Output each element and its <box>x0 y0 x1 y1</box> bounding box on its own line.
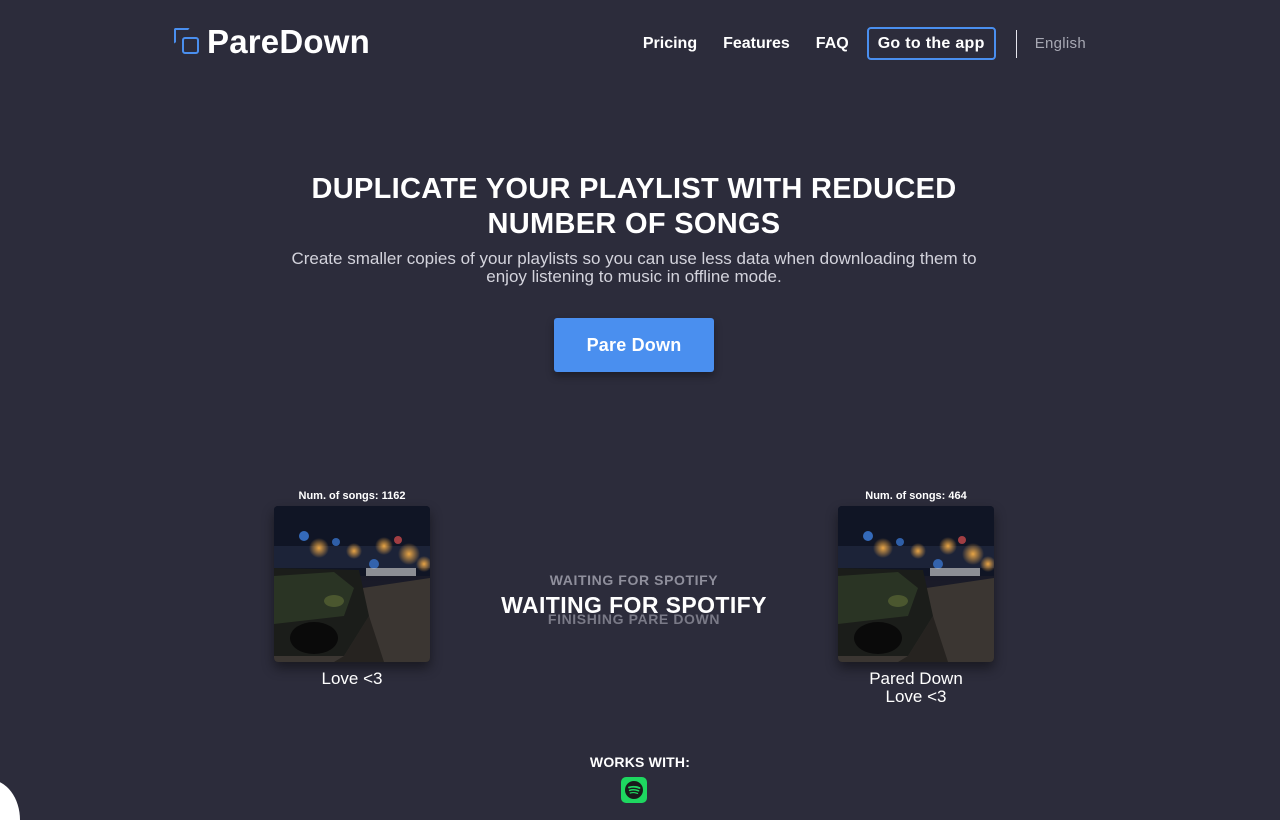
nav-divider <box>1015 29 1017 58</box>
logo-text: PareDown <box>207 23 370 60</box>
hero-subtitle-line-2: enjoy listening to music in offline mode… <box>486 267 782 286</box>
pare-down-status: WAITING FOR SPOTIFY FINISHING PARE DOWN … <box>470 568 798 628</box>
result-song-count: Num. of songs: 464 <box>865 490 967 502</box>
nav-pricing[interactable]: Pricing <box>643 35 697 53</box>
nav-faq[interactable]: FAQ <box>816 35 849 53</box>
nav-features[interactable]: Features <box>723 35 790 53</box>
result-playlist: Num. of songs: 464 Pared Down Love <3 <box>836 490 996 706</box>
hero-title-line-1: DUPLICATE YOUR PLAYLIST WITH REDUCED <box>311 173 957 205</box>
decorative-corner <box>0 780 20 820</box>
hero-subtitle-line-1: Create smaller copies of your playlists … <box>291 249 977 268</box>
source-playlist-cover <box>274 506 430 662</box>
hero-title: DUPLICATE YOUR PLAYLIST WITH REDUCED NUM… <box>290 172 978 242</box>
source-playlist-name: Love <3 <box>321 669 383 688</box>
source-playlist: Num. of songs: 1162 Love <3 <box>272 490 432 688</box>
result-playlist-cover <box>838 506 994 662</box>
result-playlist-name-line-2: Love <3 <box>885 687 947 706</box>
pare-down-button[interactable]: Pare Down <box>554 318 714 372</box>
works-with-label: WORKS WITH: <box>589 754 691 770</box>
main-nav: Pricing Features FAQ Go to the app Engli… <box>643 27 1086 60</box>
logo[interactable]: PareDown <box>174 24 370 60</box>
status-current: WAITING FOR SPOTIFY <box>501 592 767 618</box>
source-song-count: Num. of songs: 1162 <box>298 490 406 502</box>
go-to-app-button[interactable]: Go to the app <box>866 27 996 60</box>
status-previous: WAITING FOR SPOTIFY <box>549 572 719 588</box>
site-header: PareDown Pricing Features FAQ Go to the … <box>0 0 1280 88</box>
spotify-icon <box>621 777 647 803</box>
hero-subtitle: Create smaller copies of your playlists … <box>280 250 988 286</box>
landing-page: PareDown Pricing Features FAQ Go to the … <box>0 0 1280 820</box>
result-playlist-name-line-1: Pared Down <box>869 669 963 688</box>
hero-title-line-2: NUMBER OF SONGS <box>487 208 781 240</box>
result-playlist-name: Pared Down Love <3 <box>836 670 996 706</box>
language-selector[interactable]: English <box>1035 35 1086 52</box>
logo-icon <box>174 28 202 56</box>
